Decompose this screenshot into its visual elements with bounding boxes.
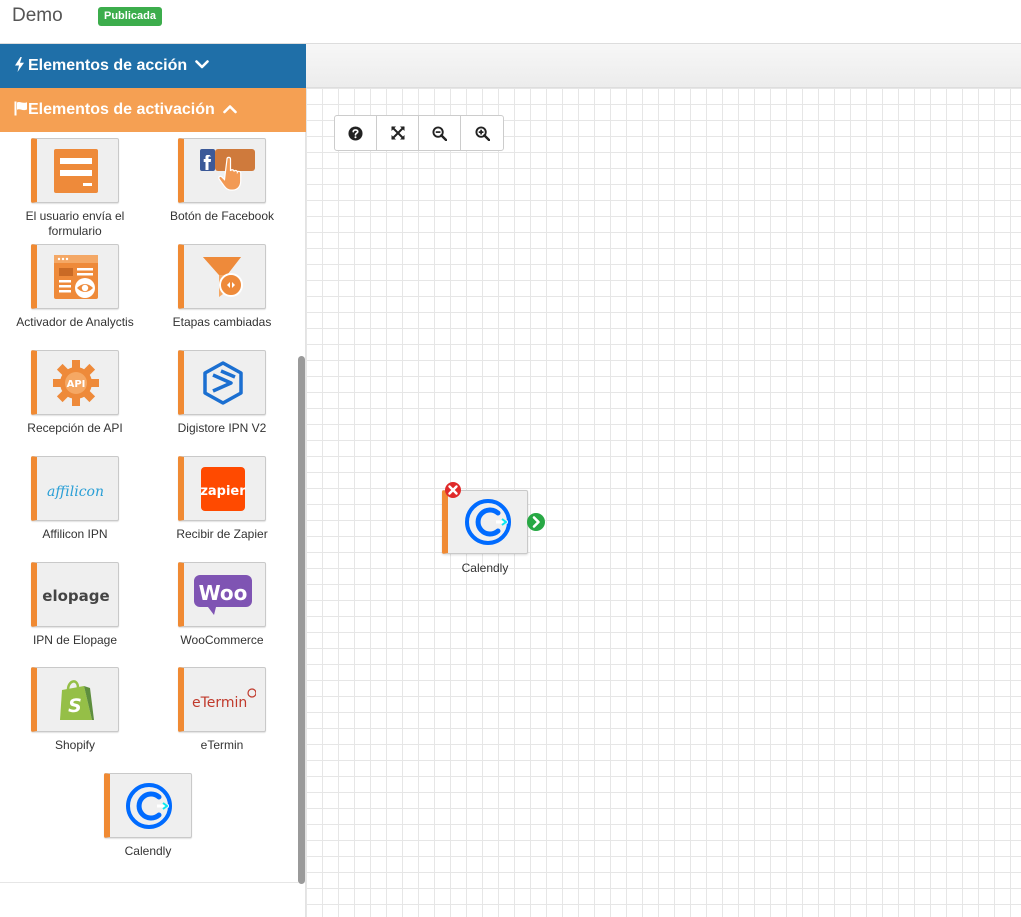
top-header: Demo Publicada — [0, 0, 1021, 44]
trigger-tile-stages-changed[interactable]: Etapas cambiadas — [147, 244, 297, 330]
chevron-up-icon — [222, 88, 237, 132]
fit-screen-button[interactable] — [377, 116, 419, 150]
analytics-icon — [54, 255, 98, 299]
trigger-elements-panel-toggle[interactable]: Elementos de activación — [0, 88, 306, 132]
zoom-out-button[interactable] — [419, 116, 461, 150]
trigger-elements-label: Elementos de activación — [28, 101, 215, 118]
delete-node-icon[interactable] — [444, 481, 462, 499]
help-button[interactable] — [335, 116, 377, 150]
facebook-button-icon — [200, 149, 255, 191]
svg-text:Woo: Woo — [199, 581, 248, 605]
connect-node-arrow-icon[interactable] — [526, 512, 546, 532]
trigger-tile-analytics[interactable]: Activador de Analyctis — [0, 244, 150, 330]
trigger-tile-api[interactable]: API Recepción de API — [0, 350, 150, 436]
zoom-in-button[interactable] — [461, 116, 503, 150]
api-gear-icon: API — [53, 360, 99, 406]
trigger-tile-woocommerce[interactable]: Woo WooCommerce — [147, 562, 297, 648]
calendly-logo-icon — [126, 783, 172, 829]
elopage-logo-icon: elopage — [42, 587, 109, 605]
flag-icon — [14, 88, 28, 132]
canvas-header-bar — [306, 44, 1021, 88]
etermin-logo-icon: eTermin — [192, 688, 256, 711]
bolt-icon — [14, 44, 28, 88]
zoom-out-icon — [432, 125, 447, 141]
svg-text:zapier: zapier — [200, 484, 246, 499]
svg-text:affilicon: affilicon — [47, 484, 104, 500]
canvas-toolbar — [334, 115, 504, 151]
affilicon-logo-icon: affilicon — [47, 484, 104, 500]
canvas-node-calendly[interactable]: Calendly — [442, 482, 545, 575]
form-icon — [54, 149, 98, 193]
svg-text:API: API — [67, 379, 86, 390]
digistore-logo-icon — [203, 361, 243, 405]
trigger-tile-shopify[interactable]: S Shopify — [0, 667, 150, 753]
trigger-tile-digistore[interactable]: Digistore IPN V2 — [147, 350, 297, 436]
canvas-node-label: Calendly — [461, 561, 509, 575]
action-elements-panel-toggle[interactable]: Elementos de acción — [0, 44, 306, 88]
chevron-down-icon — [195, 44, 209, 88]
question-circle-icon — [348, 125, 363, 141]
workflow-canvas[interactable]: Calendly — [306, 88, 1021, 917]
calendly-logo-icon — [465, 499, 511, 545]
trigger-tile-form-submit[interactable]: El usuario envía el formulario — [0, 138, 150, 239]
trigger-tile-calendly[interactable]: Calendly — [73, 773, 223, 859]
status-badge: Publicada — [98, 7, 162, 26]
trigger-tile-facebook-button[interactable]: Botón de Facebook — [147, 138, 297, 224]
zapier-logo-icon: zapier — [200, 467, 246, 511]
sidebar-scrollbar[interactable] — [298, 356, 305, 884]
trigger-tile-elopage[interactable]: elopage IPN de Elopage — [0, 562, 150, 648]
page-title: Demo — [12, 5, 63, 26]
zoom-in-icon — [474, 125, 490, 141]
expand-arrows-icon — [390, 126, 405, 140]
trigger-tile-etermin[interactable]: eTermin eTermin — [147, 667, 297, 753]
shopify-logo-icon: S — [60, 680, 94, 720]
trigger-tile-affilicon[interactable]: affilicon Affilicon IPN — [0, 456, 150, 542]
funnel-icon — [203, 257, 243, 297]
trigger-tile-zapier[interactable]: zapier Recibir de Zapier — [147, 456, 297, 542]
svg-text:S: S — [68, 695, 82, 717]
woocommerce-logo-icon: Woo — [194, 575, 252, 615]
svg-text:eTermin: eTermin — [192, 695, 247, 711]
action-elements-label: Elementos de acción — [28, 57, 188, 74]
svg-text:elopage: elopage — [42, 587, 109, 605]
elements-sidebar: Elementos de acción Elementos de activac… — [0, 44, 306, 917]
